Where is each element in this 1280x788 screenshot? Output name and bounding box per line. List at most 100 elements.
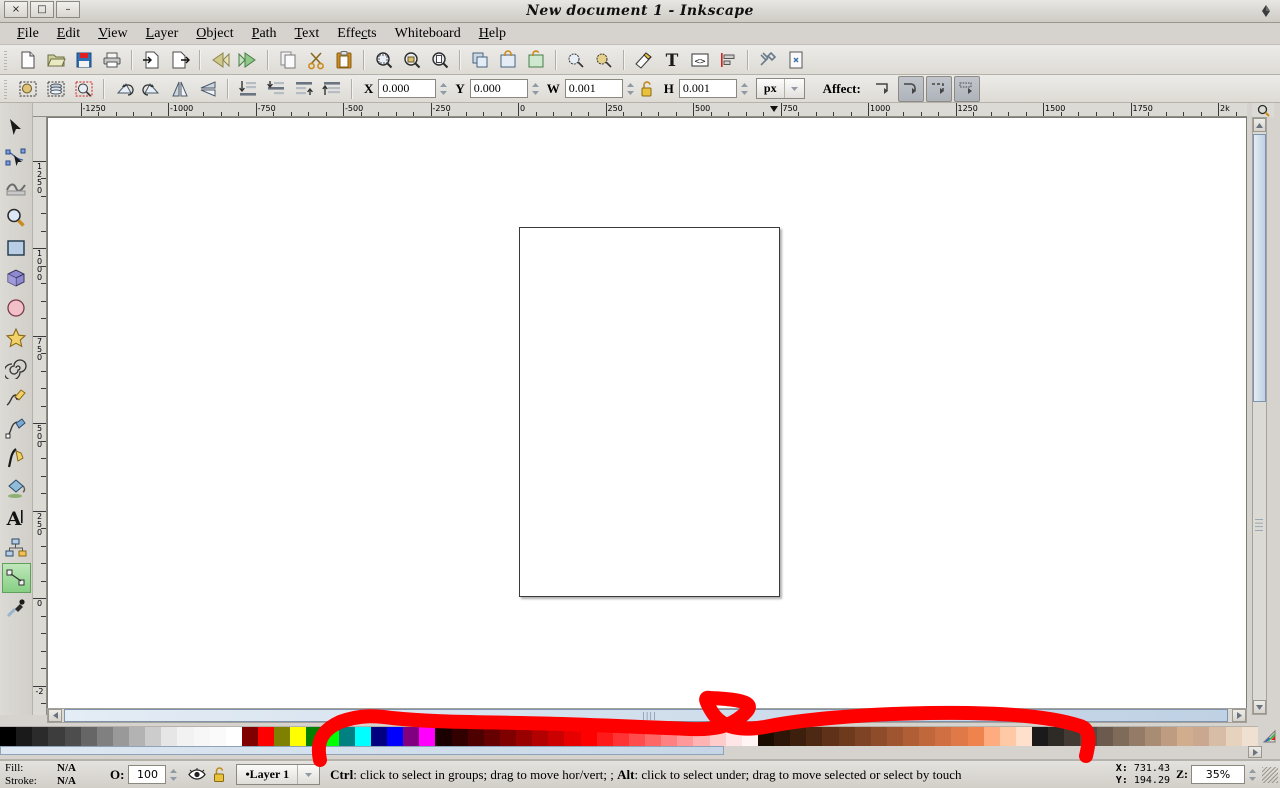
h-input[interactable] <box>679 79 737 98</box>
palette-swatch[interactable] <box>0 727 16 746</box>
palette-swatch[interactable] <box>290 727 306 746</box>
palette-swatch[interactable] <box>1177 727 1193 746</box>
palette-swatch[interactable] <box>564 727 580 746</box>
vertical-ruler[interactable]: 125010007505002500-2 <box>33 117 47 715</box>
palette-swatch[interactable] <box>177 727 193 746</box>
palette-swatch[interactable] <box>581 727 597 746</box>
palette-swatch[interactable] <box>887 727 903 746</box>
palette-scrollbar[interactable] <box>0 746 1280 760</box>
print-document-icon[interactable] <box>99 47 125 73</box>
palette-swatch[interactable] <box>790 727 806 746</box>
palette-swatch[interactable] <box>81 727 97 746</box>
palette-swatch[interactable] <box>1032 727 1048 746</box>
palette-swatch[interactable] <box>935 727 951 746</box>
palette-swatch[interactable] <box>1080 727 1096 746</box>
palette-swatch[interactable] <box>532 727 548 746</box>
spinner-down-icon[interactable] <box>530 89 541 97</box>
palette-swatch[interactable] <box>629 727 645 746</box>
redo-icon[interactable] <box>235 47 261 73</box>
raise-one-step-icon[interactable] <box>291 76 317 102</box>
palette-swatch[interactable] <box>306 727 322 746</box>
undo-icon[interactable] <box>207 47 233 73</box>
text-and-font-icon[interactable]: T <box>659 47 685 73</box>
w-input[interactable] <box>565 79 623 98</box>
save-document-icon[interactable] <box>71 47 97 73</box>
palette-swatch[interactable] <box>419 727 435 746</box>
lower-to-bottom-icon[interactable] <box>591 47 617 73</box>
document-properties-icon[interactable] <box>783 47 809 73</box>
fill-stroke-indicator[interactable]: Fill: N/A Stroke: N/A <box>0 762 110 788</box>
spinner-down-icon[interactable] <box>625 89 636 97</box>
palette-swatch[interactable] <box>242 727 258 746</box>
palette-swatch[interactable] <box>613 727 629 746</box>
palette-swatch[interactable] <box>65 727 81 746</box>
palette-swatch[interactable] <box>371 727 387 746</box>
palette-swatch[interactable] <box>1193 727 1209 746</box>
palette-swatch[interactable] <box>1016 727 1032 746</box>
toolbar-grip[interactable] <box>2 49 11 71</box>
copy-icon[interactable] <box>275 47 301 73</box>
palette-swatch[interactable] <box>258 727 274 746</box>
vertical-scroll-thumb[interactable] <box>1253 134 1266 402</box>
box3d-tool[interactable] <box>2 263 31 293</box>
text-tool[interactable]: A <box>2 503 31 533</box>
chevron-down-icon[interactable] <box>297 765 319 784</box>
opacity-input[interactable] <box>128 765 166 784</box>
x-spinner[interactable] <box>438 81 449 97</box>
palette-swatch[interactable] <box>855 727 871 746</box>
palette-swatch[interactable] <box>274 727 290 746</box>
zoom-control[interactable]: Z: <box>1176 765 1258 784</box>
menu-view[interactable]: View <box>89 24 137 44</box>
spinner-down-icon[interactable] <box>1247 775 1258 783</box>
palette-swatch[interactable] <box>645 727 661 746</box>
palette-swatch[interactable] <box>1161 727 1177 746</box>
calligraphy-tool[interactable] <box>2 413 31 443</box>
color-palette[interactable] <box>0 726 1258 746</box>
h-spinner[interactable] <box>739 81 750 97</box>
menu-text[interactable]: Text <box>286 24 329 44</box>
palette-swatch[interactable] <box>194 727 210 746</box>
palette-swatch[interactable] <box>693 727 709 746</box>
document-page[interactable] <box>519 227 780 597</box>
node-tool[interactable] <box>2 143 31 173</box>
spinner-down-icon[interactable] <box>438 89 449 97</box>
connector-tool[interactable] <box>2 533 31 563</box>
zoom-tool[interactable] <box>2 203 31 233</box>
paintbucket-tool[interactable] <box>2 473 31 503</box>
palette-swatch[interactable] <box>677 727 693 746</box>
menu-effects[interactable]: Effects <box>328 24 385 44</box>
palette-swatch[interactable] <box>355 727 371 746</box>
tweak-tool[interactable] <box>2 173 31 203</box>
palette-swatch[interactable] <box>806 727 822 746</box>
new-document-icon[interactable] <box>15 47 41 73</box>
dropper-tool[interactable] <box>2 593 31 623</box>
y-field[interactable] <box>470 79 541 98</box>
scroll-up-arrow-icon[interactable] <box>1253 118 1266 132</box>
palette-swatch[interactable] <box>226 727 242 746</box>
palette-swatch[interactable] <box>516 727 532 746</box>
palette-swatch[interactable] <box>484 727 500 746</box>
affect-patterns-icon[interactable] <box>954 76 980 102</box>
lower-to-bottom-step-icon[interactable] <box>235 76 261 102</box>
cut-icon[interactable] <box>303 47 329 73</box>
spinner-up-icon[interactable] <box>438 81 449 89</box>
palette-swatch[interactable] <box>145 727 161 746</box>
palette-swatch[interactable] <box>129 727 145 746</box>
xml-editor-icon[interactable]: <> <box>687 47 713 73</box>
palette-swatch[interactable] <box>758 727 774 746</box>
spinner-up-icon[interactable] <box>168 767 179 775</box>
pen-tool[interactable] <box>2 443 31 473</box>
palette-swatch[interactable] <box>548 727 564 746</box>
palette-swatch[interactable] <box>1064 727 1080 746</box>
rotate-ccw-icon[interactable] <box>111 76 137 102</box>
w-spinner[interactable] <box>625 81 636 97</box>
selector-tool[interactable] <box>2 113 31 143</box>
gradient-tool[interactable] <box>2 563 31 593</box>
chevron-down-icon[interactable] <box>784 79 804 98</box>
menu-object[interactable]: Object <box>187 24 242 44</box>
palette-swatch[interactable] <box>710 727 726 746</box>
palette-swatch[interactable] <box>210 727 226 746</box>
spinner-up-icon[interactable] <box>625 81 636 89</box>
palette-swatch[interactable] <box>387 727 403 746</box>
select-all-icon[interactable] <box>15 76 41 102</box>
